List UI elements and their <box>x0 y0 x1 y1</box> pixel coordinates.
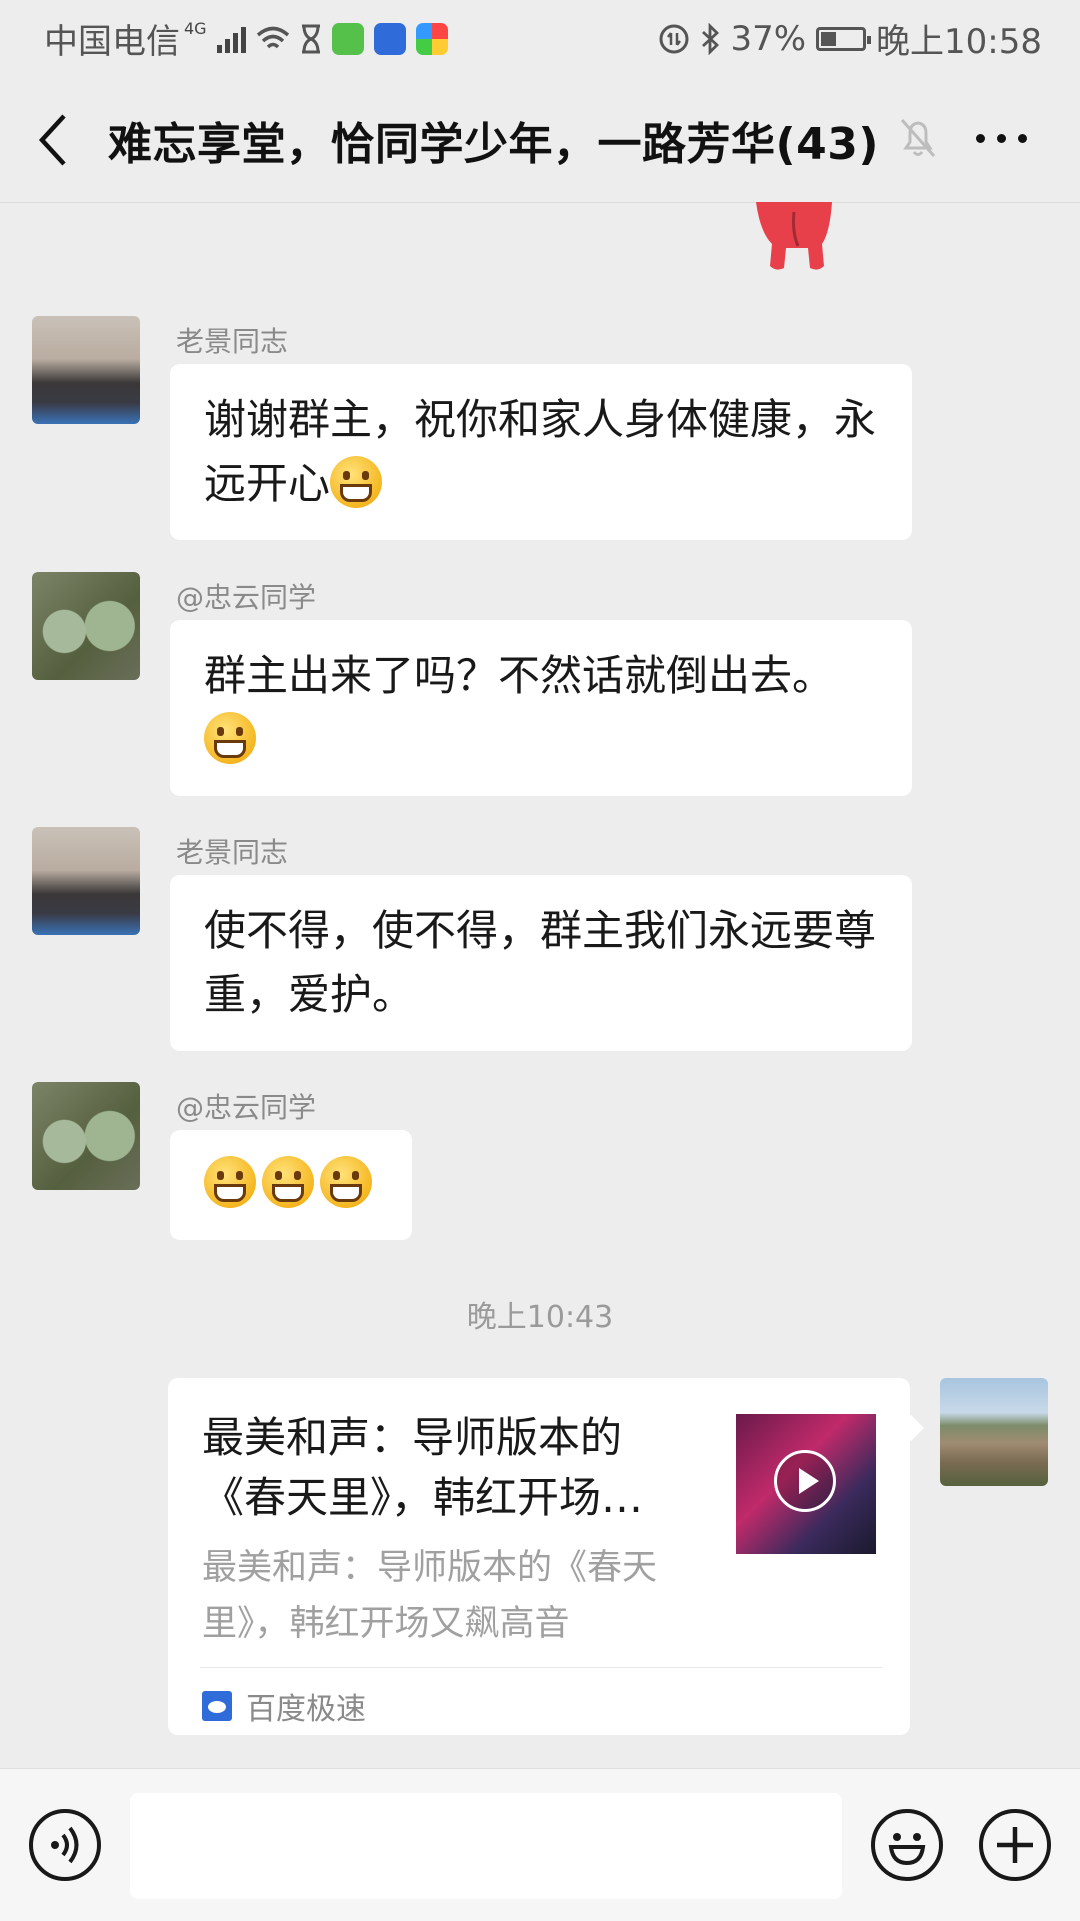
battery-percent: 37% <box>730 18 807 59</box>
play-icon <box>774 1450 836 1512</box>
avatar[interactable] <box>32 827 140 935</box>
plus-icon <box>997 1827 1033 1863</box>
cartoon-sticker[interactable] <box>746 202 842 272</box>
data-saver-icon <box>659 24 689 53</box>
message-bubble[interactable]: 群主出来了吗？不然话就倒出去。 <box>170 620 912 796</box>
own-avatar[interactable] <box>940 1378 1048 1486</box>
link-card-description: 最美和声：导师版本的《春天里》，韩红开场又飙高音 <box>202 1548 658 1644</box>
status-bar: 中国电信 4G 37% 晚上10:58 <box>0 0 1080 76</box>
baidu-icon <box>202 1691 232 1721</box>
wifi-icon <box>256 26 289 48</box>
hourglass-icon <box>301 24 320 53</box>
back-arrow-icon[interactable] <box>34 110 74 170</box>
message-bubble[interactable]: 使不得，使不得，群主我们永远要尊重，爱护。 <box>170 875 912 1051</box>
sender-name: @忠云同学 <box>176 1091 317 1124</box>
link-card-title: 最美和声：导师版本的《春天里》，韩红开场… <box>202 1413 644 1522</box>
video-thumbnail <box>736 1414 876 1554</box>
grin-emoji-icon <box>330 456 383 508</box>
message-input[interactable] <box>130 1793 842 1899</box>
battery-icon <box>816 26 872 51</box>
link-source: 百度极速 <box>202 1684 366 1728</box>
avatar[interactable] <box>32 1082 140 1190</box>
bluetooth-icon <box>702 22 720 55</box>
chat-title: 难忘享堂，恰同学少年，一路芳华(43) <box>108 119 879 170</box>
status-left: 中国电信 4G <box>44 14 448 63</box>
baidu-app-icon <box>373 22 406 55</box>
grin-emoji-icon <box>204 712 256 764</box>
muted-bell-icon <box>900 119 936 157</box>
message-text: 使不得，使不得，群主我们永远要尊重，爱护。 <box>204 906 877 1019</box>
message-bubble[interactable] <box>170 1130 412 1240</box>
sender-name: 老景同志 <box>176 325 289 358</box>
avatar[interactable] <box>32 316 140 424</box>
message-text: 谢谢群主，祝你和家人身体健康，永远开心 <box>204 395 877 508</box>
link-source-label: 百度极速 <box>246 1692 366 1727</box>
avatar[interactable] <box>32 572 140 680</box>
network-type: 4G <box>184 19 207 38</box>
clock: 晚上10:58 <box>876 22 1042 62</box>
grin-emoji-icon <box>262 1156 314 1208</box>
signal-icon <box>216 25 246 53</box>
input-bar <box>0 1768 1080 1921</box>
smiley-icon <box>888 1833 926 1866</box>
timestamp: 晚上10:43 <box>466 1300 614 1335</box>
emoji-button[interactable] <box>871 1809 943 1881</box>
browser-app-icon <box>415 22 448 55</box>
status-right: 37% 晚上10:58 <box>658 14 1042 63</box>
carrier-label: 中国电信 <box>44 22 180 62</box>
sender-name: @忠云同学 <box>176 581 317 614</box>
chat-header: 难忘享堂，恰同学少年，一路芳华(43) <box>0 76 1080 203</box>
voice-button[interactable] <box>29 1809 101 1881</box>
cleaner-app-icon <box>331 22 364 55</box>
grin-emoji-icon <box>204 1156 256 1208</box>
message-bubble[interactable]: 谢谢群主，祝你和家人身体健康，永远开心 <box>170 364 912 540</box>
message-text: 群主出来了吗？不然话就倒出去。 <box>204 651 835 700</box>
sender-name: 老景同志 <box>176 836 289 869</box>
more-functions-button[interactable] <box>979 1809 1051 1881</box>
more-options-icon[interactable] <box>976 134 1027 143</box>
grin-emoji-icon <box>320 1156 372 1208</box>
link-card[interactable]: 最美和声：导师版本的《春天里》，韩红开场… 最美和声：导师版本的《春天里》，韩红… <box>168 1378 924 1735</box>
voice-icon <box>51 1826 79 1864</box>
divider <box>200 1667 882 1668</box>
